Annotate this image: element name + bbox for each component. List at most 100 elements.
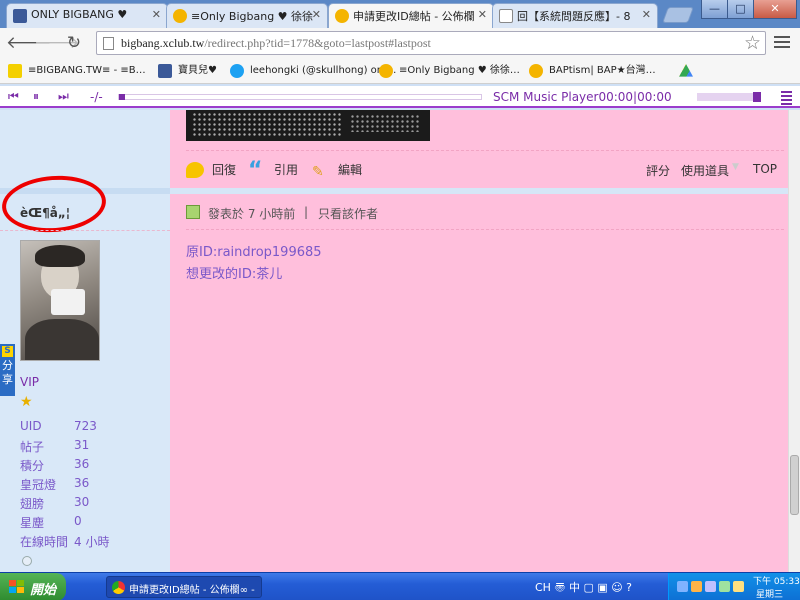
new-tab-button[interactable] <box>662 7 694 23</box>
maximize-button[interactable]: □ <box>727 0 754 19</box>
forward-button[interactable]: 🡒 <box>34 33 80 53</box>
avatar[interactable] <box>20 240 100 361</box>
tab-only-bigbang-forum[interactable]: ≡Only Bigbang ♥ 徐徐 ✕ <box>166 3 328 28</box>
post-image[interactable] <box>186 110 430 141</box>
taskbar: 開始 申請更改ID總帖 - 公佈欄∞ - CH 〠 中 ▢ ▣ ☺ ? 下午 0… <box>0 572 800 600</box>
security-icon[interactable] <box>691 581 702 592</box>
tab-title: 回【系統問題反應】- 8 <box>517 10 631 23</box>
bigbang-icon <box>8 64 22 78</box>
author-only-link[interactable]: 只看該作者 <box>318 205 378 222</box>
reply-icon <box>186 162 204 178</box>
stat-value: 36 <box>74 476 90 490</box>
use-item-link[interactable]: 使用道具 <box>681 162 729 179</box>
bookmarks-bar: ≡BIGBANG.TW≡ - ≡B… 寶貝兒♥ leehongki (@skul… <box>0 58 800 84</box>
stat-label: 皇冠燈 <box>20 478 57 492</box>
bookmark-star-icon[interactable]: ☆ <box>744 32 761 54</box>
skip-forward-icon[interactable]: ⏭ <box>58 89 69 104</box>
quote-icon: “ <box>248 158 263 183</box>
quote-button[interactable]: “ 引用 <box>248 158 298 183</box>
status-icon <box>22 556 32 566</box>
meta-separator: | <box>304 205 309 219</box>
chevron-down-icon[interactable]: ▼ <box>732 162 739 172</box>
tab-title: ONLY BIGBANG ♥ <box>31 8 128 21</box>
edit-button[interactable]: ✎ 編輯 <box>312 160 362 180</box>
page-icon <box>499 9 513 23</box>
stat-value: 36 <box>74 457 90 471</box>
back-button[interactable]: 🡐 <box>6 33 52 53</box>
share-button[interactable]: S 分享 <box>0 344 15 396</box>
bookmark-google-drive[interactable] <box>679 63 699 79</box>
windows-logo-icon <box>9 580 24 594</box>
post-divider <box>170 188 788 194</box>
address-bar[interactable]: bigbang.xclub.tw/redirect.php?tid=1778&g… <box>96 31 766 55</box>
update-icon[interactable] <box>719 581 730 592</box>
forum-icon <box>173 9 187 23</box>
close-icon[interactable]: ✕ <box>152 8 161 21</box>
tab-strip: ONLY BIGBANG ♥ ✕ ≡Only Bigbang ♥ 徐徐 ✕ 申請… <box>0 0 800 28</box>
share-icon: S <box>2 346 13 357</box>
bookmark-bigbang-tw[interactable]: ≡BIGBANG.TW≡ - ≡B… <box>8 63 146 79</box>
stat-label: UID <box>20 419 42 433</box>
bookmark-baby[interactable]: 寶貝兒♥ <box>158 63 217 79</box>
forum-icon <box>335 9 349 23</box>
minimize-button[interactable]: — <box>701 0 728 19</box>
divider <box>186 229 784 230</box>
url-text[interactable]: bigbang.xclub.tw/redirect.php?tid=1778&g… <box>121 36 431 51</box>
close-window-button[interactable]: ✕ <box>753 0 797 19</box>
pause-icon[interactable]: ⏸ <box>33 89 39 104</box>
stat-value: 4 小時 <box>74 535 110 549</box>
player-progress-track[interactable] <box>118 94 482 100</box>
tab-system-feedback[interactable]: 回【系統問題反應】- 8 ✕ <box>492 3 658 28</box>
browser-toolbar: 🡐 🡒 ↻ bigbang.xclub.tw/redirect.php?tid=… <box>0 28 800 58</box>
scrollbar-thumb[interactable] <box>790 455 799 515</box>
page-scrollbar[interactable] <box>788 110 800 572</box>
bookmark-only-bigbang[interactable]: ≡Only Bigbang ♥ 徐徐… <box>379 63 520 79</box>
volume-icon[interactable] <box>705 581 716 592</box>
network-icon[interactable] <box>677 581 688 592</box>
tab-only-bigbang[interactable]: ONLY BIGBANG ♥ ✕ <box>6 3 168 28</box>
post-body: 原ID:raindrop199685 想更改的ID:茶儿 <box>186 242 322 286</box>
reload-button[interactable]: ↻ <box>63 33 85 53</box>
tab-title: ≡Only Bigbang ♥ 徐徐 <box>191 10 314 23</box>
divider <box>0 230 170 231</box>
reply-button[interactable]: 回復 <box>186 160 236 180</box>
facebook-icon <box>158 64 172 78</box>
close-icon[interactable]: ✕ <box>478 8 487 21</box>
tab-title: 申請更改ID總帖 - 公佈欄 <box>353 10 475 23</box>
bookmark-leehongki-twitter[interactable]: leehongki (@skullhong) on … <box>230 63 396 79</box>
online-status-icon <box>186 205 200 219</box>
post-line: 原ID:raindrop199685 <box>186 245 322 260</box>
clock-day: 星期三 <box>756 590 784 600</box>
system-tray: 下午 05:33 星期三 <box>668 573 800 600</box>
forum-icon <box>379 64 393 78</box>
author-rank: VIP <box>20 375 39 389</box>
volume-slider[interactable] <box>697 92 761 102</box>
rate-link[interactable]: 評分 <box>646 162 670 179</box>
tab-change-id-thread[interactable]: 申請更改ID總帖 - 公佈欄 ✕ <box>328 3 494 28</box>
skip-back-icon[interactable]: ⏮ <box>8 89 19 104</box>
bookmark-baptism[interactable]: BAPtism| BAP★台灣… <box>529 63 656 79</box>
language-bar[interactable]: CH 〠 中 ▢ ▣ ☺ ? <box>535 579 632 595</box>
stat-label: 星塵 <box>20 516 45 530</box>
stat-value[interactable]: 723 <box>74 419 97 433</box>
clock-time[interactable]: 下午 05:33 <box>753 574 800 587</box>
chrome-menu-button[interactable] <box>774 36 790 50</box>
playlist-icon[interactable] <box>781 91 792 107</box>
google-drive-icon <box>679 64 693 77</box>
red-annotation-circle <box>0 172 108 236</box>
start-button[interactable]: 開始 <box>0 573 66 600</box>
chrome-icon <box>112 581 125 594</box>
taskbar-chrome-window[interactable]: 申請更改ID總帖 - 公佈欄∞ - <box>106 576 262 598</box>
close-icon[interactable]: ✕ <box>312 8 321 21</box>
divider <box>186 150 784 151</box>
top-link[interactable]: TOP <box>753 162 777 176</box>
stat-label: 翅膀 <box>20 497 45 511</box>
close-icon[interactable]: ✕ <box>642 8 651 21</box>
shield-icon[interactable] <box>733 581 744 592</box>
stat-value: 30 <box>74 495 90 509</box>
music-player-bar: ⏮ ⏸ ⏭ -/- SCM Music Player00:00|00:00 <box>0 86 800 108</box>
forum-icon <box>529 64 543 78</box>
pencil-icon: ✎ <box>312 164 324 180</box>
stat-label: 在線時間 <box>20 535 69 549</box>
volume-knob[interactable] <box>753 92 761 102</box>
